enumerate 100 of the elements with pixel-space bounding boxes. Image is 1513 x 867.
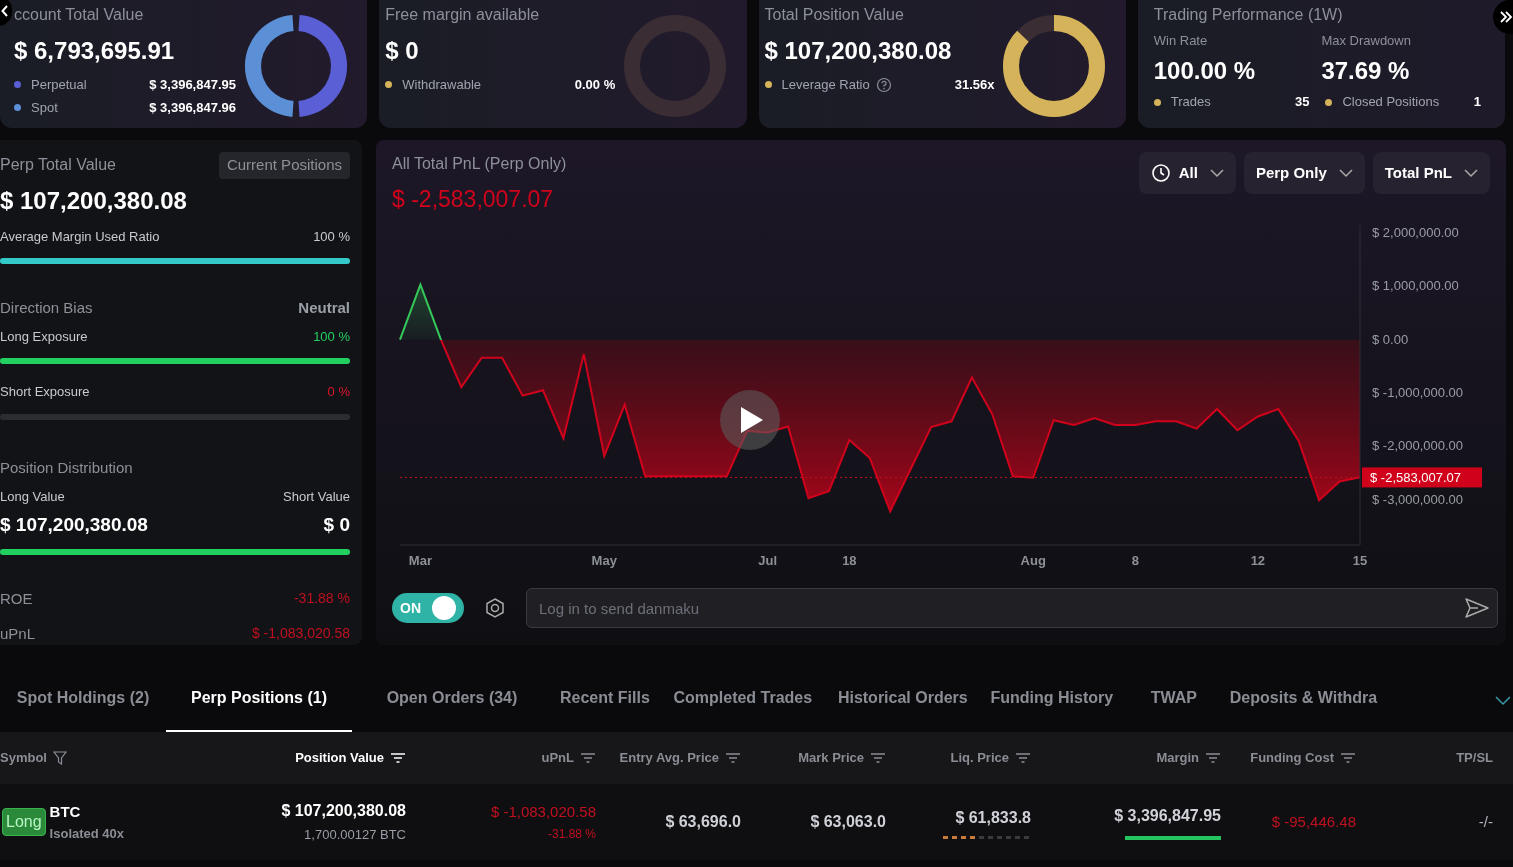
sort-icon — [725, 752, 741, 764]
column-header[interactable]: TP/SL — [1456, 748, 1493, 768]
chevron-down-icon — [1209, 168, 1224, 178]
table-cell-text: $ 107,200,380.08 — [281, 801, 406, 822]
column-header[interactable]: uPnL — [541, 748, 574, 768]
sort-icon — [1015, 752, 1031, 764]
table-cell-text: $ 63,063.0 — [810, 812, 886, 832]
tab[interactable]: Historical Orders — [827, 670, 978, 732]
axis-label: Mar — [408, 553, 432, 568]
legend-value: 0.00 % — [574, 75, 616, 94]
sort-icon — [1205, 752, 1221, 764]
table-cell-text: -31.88 % — [547, 826, 596, 844]
legend-label: Withdrawable — [402, 75, 481, 94]
stat-value: $ -1,083,020.58 — [251, 623, 350, 643]
legend-value: 1 — [1473, 93, 1481, 112]
section-title: Position Distribution — [0, 457, 134, 478]
legend-value: $ 3,396,847.95 — [149, 75, 236, 94]
metric-label: Win Rate — [1153, 32, 1209, 50]
column-header[interactable]: Entry Avg. Price — [619, 748, 719, 768]
side-badge: Long — [2, 808, 46, 836]
column-header[interactable]: Margin — [1156, 748, 1199, 768]
chevron-down-icon — [1495, 696, 1511, 706]
help-icon — [875, 76, 892, 93]
axis-label: $ -3,000,000.00 — [1372, 491, 1464, 507]
axis-label: May — [591, 553, 617, 568]
axis-label: Aug — [1020, 553, 1046, 568]
play-icon — [741, 407, 763, 433]
stat-label: uPnL — [0, 623, 36, 644]
table-cell-text: $ -1,083,020.58 — [490, 801, 596, 822]
column-header[interactable]: Funding Cost — [1250, 748, 1334, 768]
metric-label: Max Drawdown — [1321, 32, 1412, 50]
chart-title: All Total PnL (Perp Only) — [392, 154, 567, 174]
margin-mode: Isolated 40x — [49, 824, 125, 843]
chevron-down-icon — [1338, 168, 1353, 178]
tab[interactable]: Deposits & Withdra — [1221, 670, 1386, 732]
legend-value: 31.56x — [954, 75, 995, 94]
tab[interactable]: Funding History — [977, 670, 1126, 732]
tab[interactable]: Open Orders (34) — [352, 670, 552, 732]
tab[interactable]: Recent Fills — [552, 670, 658, 732]
legend-label: Leverage Ratio — [781, 75, 870, 94]
axis-label: 8 — [1131, 553, 1139, 568]
metric-value: 37.69 % — [1321, 55, 1411, 86]
clock-icon — [1150, 163, 1171, 183]
send-icon — [1464, 596, 1490, 620]
tab[interactable]: TWAP — [1125, 670, 1222, 732]
settings-icon — [484, 597, 506, 619]
play-button[interactable] — [720, 390, 780, 450]
sort-icon — [870, 752, 886, 764]
current-positions-button[interactable]: Current Positions — [218, 152, 350, 179]
legend-label: Spot — [31, 98, 58, 117]
symbol-name: BTC — [49, 802, 82, 822]
perp-total-value: $ 107,200,380.08 — [0, 185, 188, 216]
double-chevron-icon — [1499, 10, 1513, 24]
legend-label: Perpetual — [31, 75, 87, 94]
filter-dropdown[interactable]: All — [1138, 152, 1236, 194]
chevron-left-icon — [1, 5, 9, 17]
filter-dropdown[interactable]: Perp Only — [1243, 152, 1365, 194]
legend-label: Trades — [1170, 93, 1211, 112]
axis-label: $ 1,000,000.00 — [1372, 278, 1459, 294]
axis-label: 15 — [1352, 553, 1368, 568]
axis-label: $ 0.00 — [1372, 331, 1409, 347]
filter-icon — [52, 751, 67, 765]
total-pnl-value: $ -2,583,007.07 — [392, 185, 555, 214]
table-cell-text: -/- — [1478, 811, 1493, 832]
long-value: $ 107,200,380.08 — [0, 512, 148, 537]
metric-reading: 0 % — [327, 383, 350, 401]
axis-label: Jul — [758, 553, 778, 568]
column-header[interactable]: Position Value — [295, 748, 384, 768]
table-cell-text: 1,700.00127 BTC — [304, 826, 406, 845]
metric-label: Short Exposure — [0, 383, 90, 401]
sort-icon — [580, 752, 596, 764]
table-cell-text: $ 61,833.8 — [955, 807, 1031, 828]
card-title: Total Position Value — [764, 5, 905, 25]
card-value: $ 6,793,695.91 — [14, 36, 176, 63]
table-cell-text: $ -95,446.48 — [1271, 811, 1356, 832]
value-tag: $ -2,583,007.07 — [1362, 467, 1482, 488]
metric-label: Average Margin Used Ratio — [0, 227, 160, 246]
metric-label: Long Exposure — [0, 327, 88, 346]
stat-value: -31.88 % — [293, 589, 350, 608]
card-title: Free margin available — [385, 5, 541, 25]
column-header[interactable]: Liq. Price — [950, 748, 1009, 768]
card-title: Trading Performance (1W) — [1153, 5, 1344, 25]
axis-label: 18 — [842, 553, 857, 568]
tab[interactable]: Spot Holdings (2) — [0, 670, 166, 732]
stat-label: ROE — [0, 589, 33, 609]
filter-dropdown[interactable]: Total PnL — [1372, 152, 1490, 194]
sort-icon — [1340, 752, 1356, 764]
tab[interactable]: Completed Trades — [657, 670, 828, 732]
legend-value: 35 — [1294, 93, 1310, 112]
metric-value: 100.00 % — [1153, 55, 1257, 86]
metric-label: Short Value — [283, 488, 350, 506]
column-header[interactable]: Mark Price — [798, 748, 864, 768]
column-header[interactable]: Symbol — [0, 748, 47, 768]
axis-label: $ -1,000,000.00 — [1372, 385, 1464, 400]
metric-label: Long Value — [0, 488, 65, 506]
panel-title: Perp Total Value — [0, 155, 116, 176]
message-field[interactable]: Log in to send danmaku — [526, 588, 1498, 628]
axis-label: $ 2,000,000.00 — [1372, 225, 1459, 240]
bias-value: Neutral — [298, 298, 350, 318]
short-value: $ 0 — [323, 512, 350, 537]
